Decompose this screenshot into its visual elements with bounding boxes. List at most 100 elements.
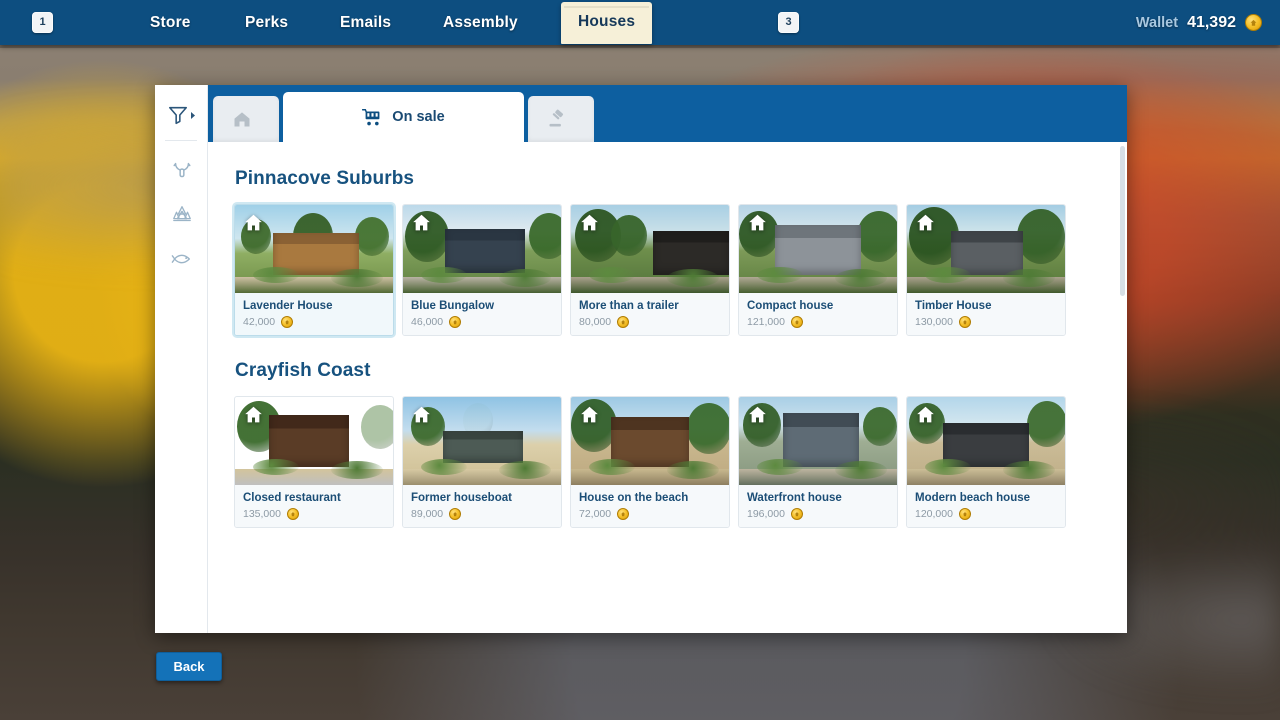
house-card-meta: Blue Bungalow 46,000 (403, 293, 561, 335)
house-card-meta: Timber House 130,000 (907, 293, 1065, 335)
house-card[interactable]: Closed restaurant 135,000 (234, 396, 394, 528)
house-card[interactable]: Modern beach house 120,000 (906, 396, 1066, 528)
nav-item-store[interactable]: Store (150, 0, 191, 45)
top-navigation-bar: 1 3 Store Perks Emails Assembly Houses W… (0, 0, 1280, 48)
house-price-value: 42,000 (243, 316, 276, 328)
house-price: 42,000 (243, 316, 385, 328)
nav-item-perks[interactable]: Perks (245, 0, 288, 45)
house-marker-icon (917, 406, 934, 423)
notification-badge-right[interactable]: 3 (778, 12, 799, 33)
back-button[interactable]: Back (156, 652, 222, 681)
house-price-value: 121,000 (747, 316, 785, 328)
tab-on-sale[interactable]: On sale (283, 92, 524, 142)
house-price: 121,000 (747, 316, 889, 328)
house-section: Crayfish Coast Closed restaurant 135,000 Fo… (234, 360, 1097, 528)
coin-icon (617, 508, 630, 520)
house-thumbnail (403, 397, 561, 485)
house-card-row: Closed restaurant 135,000 Former houseboat… (234, 396, 1097, 528)
house-marker-icon (413, 406, 430, 423)
house-marker-icon (245, 214, 262, 231)
house-thumbnail (235, 205, 393, 293)
house-price: 196,000 (747, 508, 889, 520)
coin-icon (449, 316, 462, 328)
house-card-meta: Closed restaurant 135,000 (235, 485, 393, 527)
antlers-icon (172, 162, 191, 178)
filter-coast[interactable] (155, 237, 208, 281)
filter-rail (155, 85, 208, 633)
house-card[interactable]: Former houseboat 89,000 (402, 396, 562, 528)
house-marker-icon (413, 214, 430, 231)
house-name: Waterfront house (747, 492, 842, 504)
house-icon (232, 109, 252, 129)
house-card-row: Lavender House 42,000 Blue Bungalow 46,000 M… (234, 204, 1097, 336)
house-card[interactable]: Timber House 130,000 (906, 204, 1066, 336)
section-title: Pinnacove Suburbs (235, 168, 415, 189)
houses-scroll-area[interactable]: Pinnacove Suburbs Lavender House 42,000 Blu… (208, 142, 1127, 633)
house-marker-icon (581, 406, 598, 423)
house-card-meta: Lavender House 42,000 (235, 293, 393, 335)
chevron-right-icon (190, 111, 195, 119)
houses-dialog: On sale Pinnacove Suburbs Lavender House 4… (155, 85, 1127, 633)
coin-icon (790, 316, 803, 328)
trees-icon (172, 206, 191, 222)
house-price-value: 120,000 (915, 508, 953, 520)
house-card[interactable]: Waterfront house 196,000 (738, 396, 898, 528)
house-name: Compact house (747, 300, 834, 312)
filter-suburbs[interactable] (155, 149, 208, 193)
house-price-value: 80,000 (579, 316, 612, 328)
house-price-value: 89,000 (411, 508, 444, 520)
house-card[interactable]: Compact house 121,000 (738, 204, 898, 336)
coin-icon (790, 508, 803, 520)
coin-icon (286, 508, 299, 520)
tab-bar: On sale (208, 85, 1127, 142)
house-card-meta: Modern beach house 120,000 (907, 485, 1065, 527)
house-card-meta: Compact house 121,000 (739, 293, 897, 335)
gavel-icon (546, 109, 567, 130)
vertical-scrollbar[interactable] (1120, 146, 1125, 296)
houses-list: Pinnacove Suburbs Lavender House 42,000 Blu… (208, 142, 1127, 538)
filter-forest[interactable] (155, 193, 208, 237)
notification-badge-left[interactable]: 1 (32, 12, 53, 33)
house-card[interactable]: Lavender House 42,000 (234, 204, 394, 336)
filter-icon (168, 106, 187, 125)
coin-icon (449, 508, 462, 520)
house-thumbnail (907, 205, 1065, 293)
house-thumbnail (571, 397, 729, 485)
filter-toggle-button[interactable] (155, 93, 208, 137)
house-thumbnail (571, 205, 729, 293)
tab-auction[interactable] (528, 96, 594, 142)
house-name: Lavender House (243, 300, 333, 312)
house-price-value: 46,000 (411, 316, 444, 328)
house-card[interactable]: More than a trailer 80,000 (570, 204, 730, 336)
house-card[interactable]: House on the beach 72,000 (570, 396, 730, 528)
nav-item-houses[interactable]: Houses (561, 2, 653, 44)
tab-owned[interactable] (213, 96, 279, 142)
house-name: More than a trailer (579, 300, 679, 312)
house-thumbnail (907, 397, 1065, 485)
house-price: 135,000 (243, 508, 385, 520)
house-marker-icon (917, 214, 934, 231)
house-thumbnail (739, 397, 897, 485)
coin-icon (958, 316, 971, 328)
wallet: Wallet 41,392 (1136, 0, 1262, 45)
panel-content: On sale Pinnacove Suburbs Lavender House 4… (208, 85, 1127, 633)
house-card[interactable]: Blue Bungalow 46,000 (402, 204, 562, 336)
house-price: 120,000 (915, 508, 1057, 520)
coin-icon (617, 316, 630, 328)
coin-icon (281, 316, 294, 328)
house-thumbnail (235, 397, 393, 485)
house-price: 130,000 (915, 316, 1057, 328)
house-name: Closed restaurant (243, 492, 341, 504)
house-marker-icon (581, 214, 598, 231)
house-price-value: 196,000 (747, 508, 785, 520)
house-card-meta: House on the beach 72,000 (571, 485, 729, 527)
nav-item-assembly[interactable]: Assembly (443, 0, 518, 45)
house-name: Former houseboat (411, 492, 512, 504)
nav-item-emails[interactable]: Emails (340, 0, 391, 45)
shopping-cart-icon (362, 108, 383, 127)
house-price: 46,000 (411, 316, 553, 328)
house-price: 72,000 (579, 508, 721, 520)
house-marker-icon (245, 406, 262, 423)
house-section: Pinnacove Suburbs Lavender House 42,000 Blu… (234, 168, 1097, 336)
tab-on-sale-label: On sale (392, 109, 445, 125)
